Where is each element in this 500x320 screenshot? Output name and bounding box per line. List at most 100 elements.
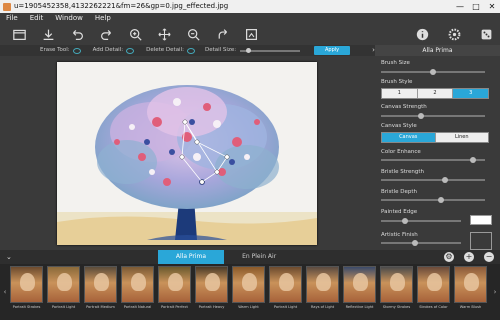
- save-icon: [43, 29, 53, 40]
- rotate-button[interactable]: [212, 26, 232, 44]
- preset-settings-icon[interactable]: ⚙: [444, 252, 454, 262]
- brush-size-knob[interactable]: [430, 69, 436, 75]
- options-bar: Erase Tool: Add Detail: Delete Detail: D…: [0, 45, 375, 56]
- brush-style-option-1[interactable]: 1: [382, 89, 418, 98]
- window-title: u=1905452358,4132262221&fm=26&gp=0.jpg_e…: [14, 2, 229, 10]
- preset-thumbnail[interactable]: Warm Blush: [454, 266, 487, 309]
- canvas-style-selector: Canvas Linen: [381, 132, 489, 143]
- brush-style-option-2[interactable]: 2: [417, 89, 454, 98]
- crop-button[interactable]: [241, 26, 261, 44]
- painted-edge-slider[interactable]: [381, 218, 461, 224]
- pan-icon: [157, 28, 171, 41]
- info-button[interactable]: [412, 26, 432, 44]
- color-enhance-knob[interactable]: [469, 157, 476, 163]
- preset-thumbnail[interactable]: Portrait Strokes: [10, 266, 43, 309]
- undo-button[interactable]: [67, 26, 87, 44]
- menu-help[interactable]: Help: [89, 13, 117, 24]
- strip-prev-button[interactable]: ‹: [0, 264, 10, 320]
- add-detail-tool[interactable]: Add Detail:: [92, 45, 135, 56]
- painted-edge-color-swatch[interactable]: [470, 215, 492, 225]
- tab-en-plein-air[interactable]: En Plein Air: [224, 250, 294, 264]
- preset-thumbnail[interactable]: Portrait Perfect: [158, 266, 191, 309]
- add-detail-label: Add Detail:: [92, 47, 124, 53]
- panel-title: Alla Prima: [375, 45, 500, 56]
- bristle-strength-slider[interactable]: [381, 177, 485, 183]
- preset-thumbnail[interactable]: Stormy Strokes: [380, 266, 413, 309]
- zoom-out-icon: [187, 29, 200, 41]
- redo-button[interactable]: [96, 26, 116, 44]
- painted-edge-knob[interactable]: [402, 218, 408, 224]
- open-button[interactable]: [9, 26, 29, 44]
- detail-size-slider[interactable]: [240, 47, 301, 53]
- preset-thumbnail[interactable]: Portrait Heavy: [195, 266, 228, 309]
- preset-thumbnail-image: [380, 266, 413, 303]
- canvas-style-option-linen[interactable]: Linen: [435, 133, 488, 142]
- delete-detail-tool[interactable]: Delete Detail:: [146, 45, 195, 56]
- tab-alla-prima[interactable]: Alla Prima: [157, 250, 225, 264]
- preset-thumbnail-image: [121, 266, 154, 303]
- canvas-strength-knob[interactable]: [417, 113, 424, 119]
- preset-tabs-bar: ⌄ Alla Prima En Plein Air ⚙ + −: [0, 250, 500, 264]
- brush-size-slider[interactable]: [381, 69, 485, 75]
- collapse-strip-button[interactable]: ⌄: [6, 253, 12, 261]
- preset-thumbnail[interactable]: Portrait Medium: [84, 266, 117, 309]
- rotate-icon: [218, 29, 227, 39]
- save-button[interactable]: [38, 26, 58, 44]
- maximize-button[interactable]: □: [468, 0, 484, 13]
- preset-strip: ‹ Portrait Strokes Portrait Light Portrait…: [0, 264, 500, 320]
- bristle-strength-knob[interactable]: [442, 177, 449, 183]
- preset-thumbnail[interactable]: Strokes of Color: [417, 266, 450, 309]
- app-icon: [3, 2, 11, 11]
- preset-thumbnail-label: Portrait Light: [273, 305, 298, 309]
- color-enhance-slider[interactable]: [381, 157, 485, 163]
- preset-thumbnail-label: Portrait Light: [51, 305, 76, 309]
- artistic-finish-slider[interactable]: [381, 240, 461, 246]
- menu-edit[interactable]: Edit: [24, 13, 50, 24]
- random-button[interactable]: [476, 26, 496, 44]
- preset-thumbnail-image: [84, 266, 117, 303]
- bristle-depth-slider[interactable]: [381, 197, 485, 203]
- preset-thumbnail[interactable]: Portrait Light: [269, 266, 302, 309]
- erase-tool[interactable]: Erase Tool:: [40, 45, 81, 56]
- brush-style-label: Brush Style: [381, 79, 413, 85]
- apply-button[interactable]: Apply: [314, 46, 351, 55]
- zoom-in-button[interactable]: [125, 26, 145, 44]
- toolbar: [0, 24, 500, 45]
- preset-thumbnail[interactable]: Portrait Light: [47, 266, 80, 309]
- minimize-button[interactable]: —: [452, 0, 468, 13]
- canvas-strength-label: Canvas Strength: [381, 104, 427, 110]
- info-icon: [416, 28, 428, 41]
- menu-file[interactable]: File: [0, 13, 24, 24]
- close-button[interactable]: ✕: [484, 0, 500, 13]
- remove-preset-icon[interactable]: −: [484, 252, 494, 262]
- preset-thumbnail[interactable]: Rays of Light: [306, 266, 339, 309]
- artistic-finish-knob[interactable]: [411, 240, 418, 246]
- tree-painting: [57, 62, 317, 245]
- strip-next-button[interactable]: ›: [490, 264, 500, 320]
- preset-thumbnail-image: [454, 266, 487, 303]
- preset-thumbnail[interactable]: Warm Light: [232, 266, 265, 309]
- settings-button[interactable]: [444, 26, 464, 44]
- effected-image[interactable]: [57, 62, 317, 245]
- preset-thumbnail-image: [417, 266, 450, 303]
- preset-thumbnails: Portrait Strokes Portrait Light Portrait M…: [10, 264, 490, 309]
- canvas-area[interactable]: [0, 56, 375, 250]
- brush-style-option-3[interactable]: 3: [453, 89, 489, 98]
- preset-thumbnail-label: Rays of Light: [310, 305, 335, 309]
- zoom-out-button[interactable]: [183, 26, 203, 44]
- preset-thumbnail-image: [232, 266, 265, 303]
- preset-thumbnail-label: Stormy Strokes: [382, 305, 411, 309]
- menu-window[interactable]: Window: [49, 13, 89, 24]
- menu-bar: File Edit Window Help: [0, 13, 500, 24]
- color-enhance-label: Color Enhance: [381, 149, 421, 155]
- brush-size-label: Brush Size: [381, 60, 410, 66]
- preset-thumbnail-image: [47, 266, 80, 303]
- canvas-style-option-canvas[interactable]: Canvas: [382, 133, 436, 142]
- preset-thumbnail[interactable]: Portrait Natural: [121, 266, 154, 309]
- artistic-finish-texture-swatch[interactable]: [470, 232, 492, 250]
- canvas-strength-slider[interactable]: [381, 113, 485, 119]
- preset-thumbnail[interactable]: Reflective Light: [343, 266, 376, 309]
- add-preset-icon[interactable]: +: [464, 252, 474, 262]
- bristle-depth-knob[interactable]: [438, 197, 445, 203]
- pan-button[interactable]: [154, 26, 174, 44]
